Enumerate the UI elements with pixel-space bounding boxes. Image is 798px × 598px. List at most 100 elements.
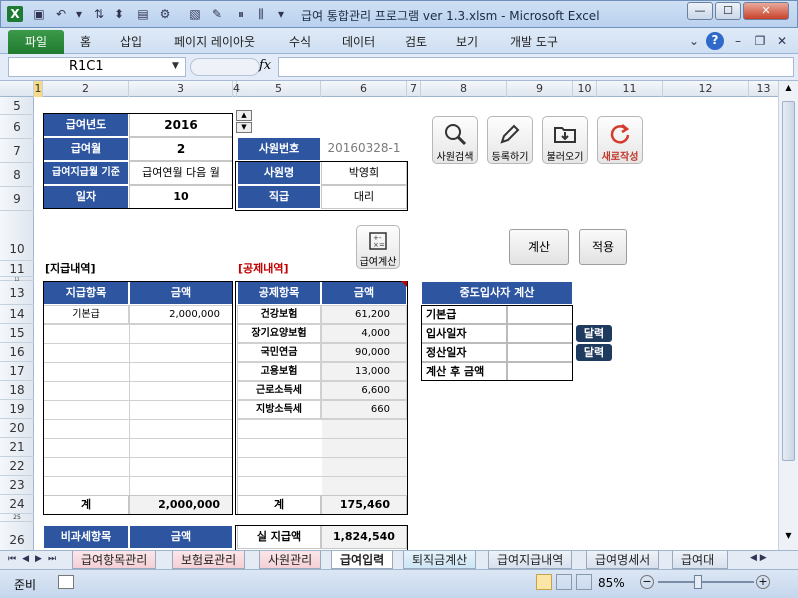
help-icon[interactable]: ?: [706, 32, 724, 50]
row-header[interactable]: 26: [0, 522, 34, 550]
ribbon-collapse-icon[interactable]: ⌄: [686, 33, 702, 49]
payment-item-amount[interactable]: 2,000,000: [129, 305, 233, 324]
tab-formulas[interactable]: 수식: [289, 33, 311, 50]
scroll-up-icon[interactable]: ▲: [782, 83, 795, 97]
close-button[interactable]: ✕: [743, 2, 789, 20]
midterm-join-date-value[interactable]: [507, 324, 573, 343]
worksheet-grid[interactable]: 급여년도 2016 급여월 2 급여지급월 기준 급여연월 다음 월 일자 10…: [35, 97, 778, 550]
deduction-item-amount[interactable]: 4,000: [321, 324, 407, 343]
deduction-item-name[interactable]: 근로소득세: [237, 381, 321, 400]
fx-icon[interactable]: fx: [259, 58, 271, 73]
column-header[interactable]: 13: [749, 81, 778, 97]
zoom-slider-thumb[interactable]: [694, 575, 702, 589]
zoom-slider-track[interactable]: [658, 581, 754, 583]
row-header[interactable]: 5: [0, 97, 34, 115]
sheet-tab[interactable]: 급여대: [672, 551, 728, 569]
column-header[interactable]: 9: [507, 81, 573, 97]
qat-more-icon[interactable]: ▾: [273, 6, 289, 22]
tab-data[interactable]: 데이터: [342, 33, 375, 50]
tab-file[interactable]: 파일: [8, 30, 64, 54]
deduction-item-name[interactable]: 건강보험: [237, 305, 321, 324]
midterm-settle-date-value[interactable]: [507, 343, 573, 362]
form-icon[interactable]: ▤: [135, 6, 151, 22]
horizontal-scroll-icon[interactable]: ◀ ▶: [750, 553, 794, 567]
deduction-item-name[interactable]: 고용보험: [237, 362, 321, 381]
spin-down-button[interactable]: ▼: [236, 122, 252, 133]
employee-name-value[interactable]: 박영희: [321, 161, 407, 185]
sort-icon[interactable]: ⇅: [91, 6, 107, 22]
column-header[interactable]: 10: [573, 81, 597, 97]
vertical-scroll-thumb[interactable]: [782, 101, 795, 461]
row-header[interactable]: 22: [0, 457, 34, 476]
midterm-result-value[interactable]: [507, 362, 573, 381]
row-header[interactable]: 13: [0, 281, 34, 305]
column-header[interactable]: 6: [321, 81, 407, 97]
calc-pay-button[interactable]: + - × = 급여계산: [356, 225, 400, 269]
sheet-tab-active[interactable]: 급여입력: [331, 551, 394, 569]
deduction-item-amount[interactable]: 13,000: [321, 362, 407, 381]
row-header[interactable]: 19: [0, 400, 34, 419]
deduction-item-name[interactable]: 장기요양보험: [237, 324, 321, 343]
deduction-item-name[interactable]: 지방소득세: [237, 400, 321, 419]
sheet-tab[interactable]: 퇴직금계산: [403, 551, 477, 569]
bar-icon[interactable]: ⫼: [253, 6, 269, 22]
sheet-tab[interactable]: 급여지급내역: [488, 551, 573, 569]
tab-home[interactable]: 홈: [80, 33, 91, 50]
join-date-calendar-button[interactable]: 달력: [576, 325, 612, 342]
page-layout-view-icon[interactable]: [556, 574, 572, 590]
row-header[interactable]: 21: [0, 438, 34, 457]
deduction-item-amount[interactable]: 90,000: [321, 343, 407, 362]
row-header[interactable]: 23: [0, 476, 34, 495]
row-header[interactable]: 25: [0, 514, 34, 522]
formula-input[interactable]: [278, 57, 794, 77]
column-header[interactable]: 8: [421, 81, 507, 97]
row-header[interactable]: 16: [0, 343, 34, 362]
new-button[interactable]: 새로작성: [597, 116, 643, 164]
pay-month-value[interactable]: 2: [129, 137, 233, 161]
zoom-level[interactable]: 85%: [598, 576, 625, 590]
macro-record-icon[interactable]: [58, 575, 74, 589]
row-header[interactable]: 10: [0, 211, 34, 261]
register-button[interactable]: 등록하기: [487, 116, 533, 164]
load-button[interactable]: 불러오기: [542, 116, 588, 164]
paste-icon[interactable]: ▧: [187, 6, 203, 22]
deduction-item-amount[interactable]: 660: [321, 400, 407, 419]
column-header[interactable]: 12: [663, 81, 749, 97]
row-header[interactable]: 11: [0, 261, 34, 277]
row-header[interactable]: 20: [0, 419, 34, 438]
zoom-out-icon[interactable]: −: [640, 575, 654, 589]
tab-developer[interactable]: 개발 도구: [510, 33, 558, 50]
qat-dropdown-icon[interactable]: ▾: [71, 6, 87, 22]
pause-icon[interactable]: ⏸: [233, 6, 249, 22]
employee-rank-value[interactable]: 대리: [321, 185, 407, 209]
pay-year-value[interactable]: 2016: [129, 113, 233, 137]
column-header[interactable]: 7: [407, 81, 421, 97]
vertical-scrollbar[interactable]: ▲ ▼: [778, 81, 798, 550]
column-header[interactable]: 11: [597, 81, 663, 97]
spin-up-button[interactable]: ▲: [236, 110, 252, 121]
tab-insert[interactable]: 삽입: [120, 33, 142, 50]
column-header[interactable]: 1: [34, 81, 43, 97]
row-header[interactable]: 8: [0, 163, 34, 187]
deduction-item-name[interactable]: 국민연금: [237, 343, 321, 362]
row-header[interactable]: 9: [0, 187, 34, 211]
column-header[interactable]: 2: [43, 81, 129, 97]
scroll-down-icon[interactable]: ▼: [782, 531, 795, 545]
sheet-tab[interactable]: 보험료관리: [172, 551, 246, 569]
name-box[interactable]: R1C1: [8, 57, 186, 77]
tab-review[interactable]: 검토: [405, 33, 427, 50]
sheet-tab[interactable]: 사원관리: [259, 551, 322, 569]
deduction-item-amount[interactable]: 6,600: [321, 381, 407, 400]
row-header[interactable]: 7: [0, 139, 34, 163]
doc-restore-icon[interactable]: ❐: [752, 33, 768, 49]
formula-expand-handle[interactable]: [190, 58, 260, 76]
column-header[interactable]: 5: [237, 81, 321, 97]
page-break-view-icon[interactable]: [576, 574, 592, 590]
payment-item-name[interactable]: 기본급: [43, 305, 129, 324]
settle-date-calendar-button[interactable]: 달력: [576, 344, 612, 361]
sheet-tab[interactable]: 급여명세서: [586, 551, 660, 569]
employee-search-button[interactable]: 사원검색: [432, 116, 478, 164]
midterm-base-value[interactable]: [507, 305, 573, 324]
row-header[interactable]: 6: [0, 115, 34, 139]
normal-view-icon[interactable]: [536, 574, 552, 590]
